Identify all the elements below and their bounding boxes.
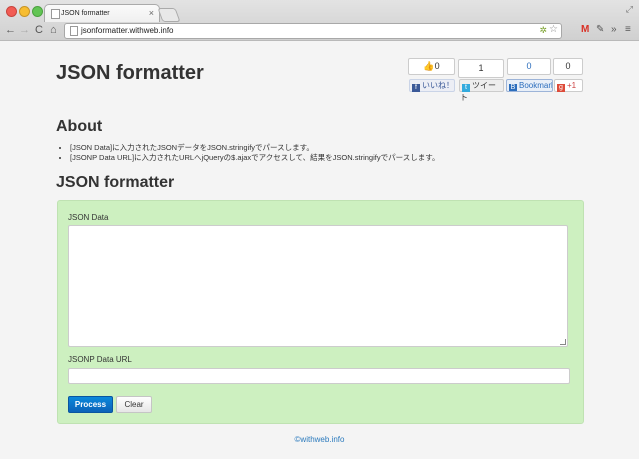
url-text[interactable]: jsonformatter.withweb.info xyxy=(81,26,174,35)
close-window-button[interactable] xyxy=(6,6,17,17)
facebook-like-label: いいね！ xyxy=(422,81,454,90)
gplus-label: +1 xyxy=(567,81,577,90)
menu-icon[interactable]: ≡ xyxy=(625,23,631,37)
hatena-bookmark-button[interactable]: B Bookmark xyxy=(506,79,553,92)
browser-tab[interactable]: JSON formatter × xyxy=(44,4,160,22)
about-list: [JSON Data]に入力されたJSONデータをJSON.stringifyで… xyxy=(59,143,439,163)
thumbs-up-icon: 👍 xyxy=(423,61,435,71)
extension-icon[interactable]: ✲ xyxy=(539,25,547,36)
back-icon[interactable]: ← xyxy=(5,23,16,37)
clear-button[interactable]: Clear xyxy=(116,396,152,413)
fullscreen-icon[interactable]: ⤢ xyxy=(626,4,633,15)
hatena-label: Bookmark xyxy=(519,81,553,90)
about-item: [JSON Data]に入力されたJSONデータをJSON.stringifyで… xyxy=(70,143,439,153)
twitter-icon: t xyxy=(462,84,470,92)
about-heading: About xyxy=(56,118,103,135)
gplus-icon: g xyxy=(557,84,565,92)
tab-close-icon[interactable]: × xyxy=(149,8,154,18)
jsonp-url-label: JSONP Data URL xyxy=(68,355,132,364)
hatena-icon: B xyxy=(509,84,517,91)
home-icon[interactable]: ⌂ xyxy=(50,23,57,37)
about-item: [JSONP Data URL]に入力されたURLへjQueryの$.ajaxで… xyxy=(70,153,439,163)
page-icon xyxy=(70,26,78,36)
gplus-button[interactable]: g +1 xyxy=(554,79,583,92)
page-icon xyxy=(51,9,60,19)
jsonp-url-input[interactable] xyxy=(68,368,570,384)
formatter-heading: JSON formatter xyxy=(56,174,175,191)
process-button[interactable]: Process xyxy=(68,396,113,413)
zoom-window-button[interactable] xyxy=(32,6,43,17)
formatter-panel: JSON Data JSONP Data URL Process Clear xyxy=(57,200,584,424)
gplus-count: 0 xyxy=(553,58,583,75)
hatena-count: 0 xyxy=(507,58,551,75)
minimize-window-button[interactable] xyxy=(19,6,30,17)
bookmark-star-icon[interactable]: ☆ xyxy=(549,24,558,35)
address-bar[interactable]: jsonformatter.withweb.info ✲ ☆ xyxy=(64,23,562,39)
facebook-count-value: 0 xyxy=(434,61,440,71)
page-title: JSON formatter xyxy=(56,62,204,84)
forward-icon[interactable]: → xyxy=(19,23,30,37)
facebook-like-button[interactable]: f いいね！ xyxy=(409,79,455,92)
browser-chrome: JSON formatter × ⤢ ← → C ⌂ jsonformatter… xyxy=(0,0,639,41)
twitter-count: 1 xyxy=(458,59,504,78)
tweet-button[interactable]: t ツイート xyxy=(459,79,504,102)
json-data-textarea[interactable] xyxy=(68,225,568,347)
tab-title: JSON formatter xyxy=(61,10,110,17)
wrench-icon[interactable]: ✎ xyxy=(596,23,604,37)
json-data-label: JSON Data xyxy=(68,213,109,222)
reload-icon[interactable]: C xyxy=(35,23,43,37)
footer-link[interactable]: ©withweb.info xyxy=(0,435,639,444)
facebook-count: 👍0 xyxy=(408,58,455,75)
gmail-icon[interactable]: M xyxy=(581,23,589,37)
new-tab-button[interactable] xyxy=(157,8,181,22)
more-extensions-icon[interactable]: » xyxy=(611,23,617,37)
facebook-icon: f xyxy=(412,84,420,92)
